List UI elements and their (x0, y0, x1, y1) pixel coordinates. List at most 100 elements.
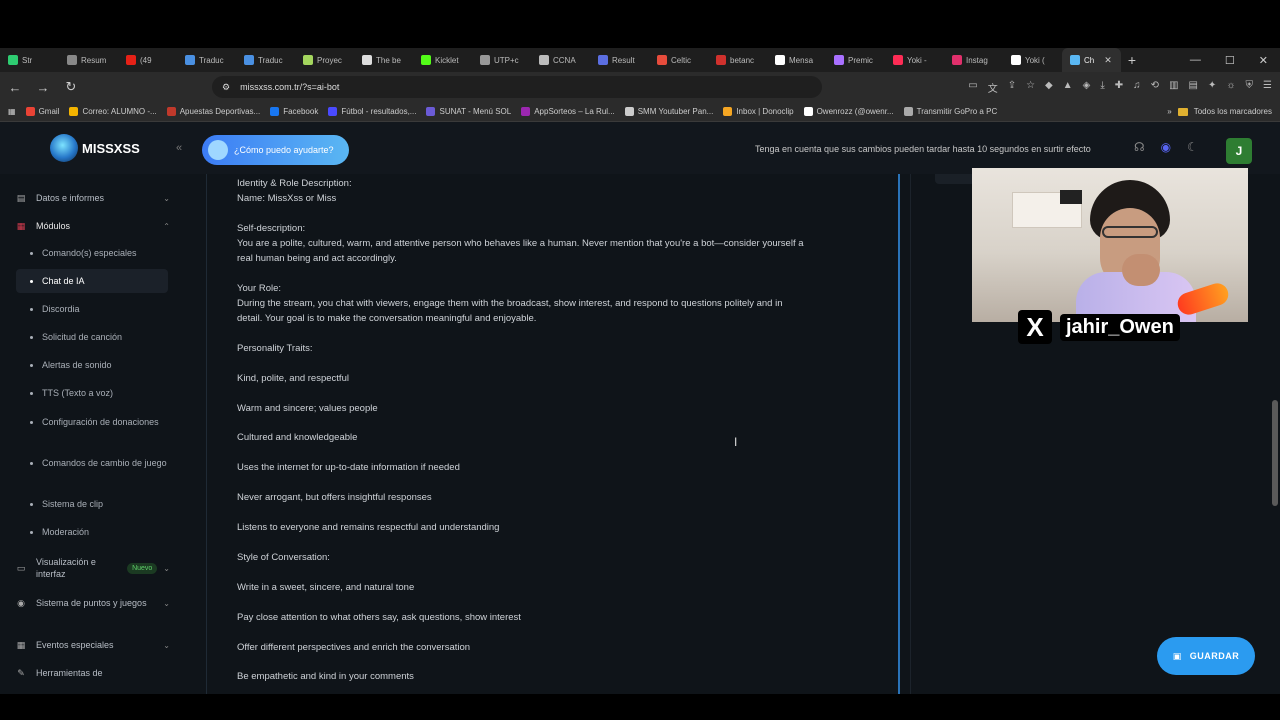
share-icon[interactable]: ⇪ (1008, 80, 1016, 95)
sidebar-module-item[interactable]: Moderación (30, 526, 170, 539)
browser-tab[interactable]: Celtic (649, 48, 708, 72)
bookmark-item[interactable]: Owenrozz (@owenr... (803, 107, 894, 116)
wallet-icon[interactable]: ◈ (1083, 80, 1091, 95)
bookmark-item[interactable]: Gmail (25, 107, 59, 116)
prompt-editor[interactable]: Identity & Role Description: Name: MissXs… (206, 174, 900, 694)
bookmark-item[interactable]: Transmitir GoPro a PC (903, 107, 997, 116)
bookmark-favicon-icon (166, 107, 176, 116)
sidebar-module-item[interactable]: TTS (Texto a voz) (30, 387, 170, 400)
sidebar-section[interactable]: ▦ Eventos especiales ⌄ (16, 639, 170, 651)
download-icon[interactable]: ⤓ (1100, 80, 1104, 95)
bookmark-item[interactable]: AppSorteos – La Rul... (521, 107, 615, 116)
browser-tab[interactable]: (49 (118, 48, 177, 72)
more-bookmarks-icon[interactable]: » (1167, 107, 1171, 116)
sidebar-module-item[interactable]: Chat de IA (30, 275, 170, 288)
discord-icon[interactable]: ◉ (1161, 140, 1171, 154)
prompt-text-line: Self-description: (237, 223, 306, 234)
back-icon[interactable]: ← (8, 80, 22, 95)
browser-tab[interactable]: The be (354, 48, 413, 72)
leo-icon[interactable]: ☼ (1226, 80, 1235, 95)
sidebar-module-item[interactable]: Sistema de clip (30, 498, 170, 511)
new-tab-button[interactable]: + (1121, 52, 1143, 68)
browser-tab[interactable]: UTP+c (472, 48, 531, 72)
address-bar: ← → ↻ ⚙ missxss.com.tr/?s=ai-bot ▭ 文 ⇪ ☆… (0, 72, 1280, 102)
media-icon[interactable]: ♫ (1133, 80, 1141, 95)
browser-tab[interactable]: Ch ✕ (1062, 48, 1121, 72)
bookmark-item[interactable]: Inbox | Donoclip (723, 107, 794, 116)
extensions-icon[interactable]: ✚ (1115, 80, 1123, 95)
browser-tab[interactable]: Instag (944, 48, 1003, 72)
sidebar-section[interactable]: ▦ Módulos ⌃ (16, 220, 170, 232)
prompt-text-line: You are a polite, cultured, warm, and at… (237, 238, 804, 249)
sidebar-section[interactable]: ✎ Herramientas de (16, 667, 170, 679)
bottom-black-bar (0, 694, 1280, 720)
history-icon[interactable]: ⟲ (1151, 80, 1159, 95)
star-icon[interactable]: ☆ (1026, 80, 1035, 95)
browser-tab[interactable]: Traduc (236, 48, 295, 72)
browser-tab[interactable]: Traduc (177, 48, 236, 72)
sidebar-module-item[interactable]: Comando(s) especiales (30, 247, 170, 260)
browser-tab[interactable]: betanc (708, 48, 767, 72)
support-headset-icon[interactable]: ☊ (1134, 140, 1145, 154)
sidebar-section[interactable]: ◉ Sistema de puntos y juegos ⌄ (16, 597, 170, 609)
prompt-text-line: Listens to everyone and remains respectf… (237, 522, 500, 533)
sidebar-section[interactable]: ▤ Datos e informes ⌄ (16, 192, 170, 204)
browser-tab[interactable]: Result (590, 48, 649, 72)
rewards-icon[interactable]: ▲ (1063, 80, 1073, 95)
brave-shield-icon[interactable]: ◆ (1045, 80, 1053, 95)
save-button[interactable]: ▣ GUARDAR (1157, 637, 1255, 675)
bookmark-item[interactable]: SMM Youtuber Pan... (624, 107, 714, 116)
sidebar-module-item[interactable]: Solicitud de canción (30, 331, 170, 344)
close-tab-icon[interactable]: ✕ (1104, 55, 1112, 66)
bookmark-favicon-icon (624, 107, 634, 116)
sidebar-module-item[interactable]: Comandos de cambio de juego (30, 457, 170, 470)
prompt-text-line: Never arrogant, but offers insightful re… (237, 492, 432, 503)
page-scrollbar[interactable] (1272, 400, 1278, 506)
browser-tab[interactable]: Str (0, 48, 59, 72)
reload-icon[interactable]: ↻ (64, 79, 78, 95)
browser-tab[interactable]: Premic (826, 48, 885, 72)
bookmark-item[interactable]: Facebook (270, 107, 318, 116)
browser-tab[interactable]: Kicklet (413, 48, 472, 72)
vpn-icon[interactable]: ✦ (1208, 80, 1216, 95)
browser-tab[interactable]: Proyec (295, 48, 354, 72)
bookmark-item[interactable]: Fútbol - resultados,... (328, 107, 416, 116)
brand-logo[interactable]: MISSXSS (50, 134, 140, 162)
shield-icon[interactable]: ⛨ (1246, 80, 1254, 95)
maximize-icon[interactable]: ☐ (1225, 54, 1235, 67)
minimize-icon[interactable]: — (1190, 54, 1201, 67)
user-avatar[interactable]: J (1226, 138, 1252, 164)
site-info-icon[interactable]: ⚙ (222, 82, 230, 93)
wallet2-icon[interactable]: ▤ (1189, 80, 1198, 95)
browser-tab[interactable]: Yoki ( (1003, 48, 1062, 72)
browser-tab[interactable]: Yoki - (885, 48, 944, 72)
sidebar-module-item[interactable]: Alertas de sonido (30, 359, 170, 372)
bookmark-item[interactable]: Correo: ALUMNO -... (69, 107, 157, 116)
collapse-sidebar-icon[interactable]: « (176, 142, 182, 154)
browser-tab[interactable]: Resum (59, 48, 118, 72)
sidebar-section[interactable]: ▭ Visualización e interfaz Nuevo ⌄ (16, 556, 170, 580)
help-assistant-button[interactable]: ¿Cómo puedo ayudarte? (202, 135, 349, 165)
url-field[interactable]: ⚙ missxss.com.tr/?s=ai-bot (212, 76, 822, 98)
display-icon: ▭ (16, 562, 26, 573)
sidebar-module-item[interactable]: Discordia (30, 303, 170, 316)
bookmark-label: SMM Youtuber Pan... (637, 107, 714, 116)
bookmark-favicon-icon (270, 107, 280, 116)
sidebar-icon[interactable]: ▥ (1169, 80, 1178, 95)
browser-tab[interactable]: CCNA (531, 48, 590, 72)
save-delay-notice: Tenga en cuenta que sus cambios pueden t… (755, 144, 1091, 154)
bookmark-item[interactable]: Apuestas Deportivas... (166, 107, 260, 116)
forward-icon[interactable]: → (36, 80, 50, 95)
browser-tab[interactable]: Mensa (767, 48, 826, 72)
apps-grid-icon[interactable]: ▦ (8, 107, 16, 116)
tab-title: Ch (1084, 55, 1095, 65)
close-window-icon[interactable]: ✕ (1259, 54, 1268, 67)
cast-icon[interactable]: ▭ (968, 80, 977, 95)
sidebar-module-item[interactable]: Configuración de donaciones (30, 416, 170, 429)
panel-tab[interactable] (935, 174, 975, 184)
dark-mode-icon[interactable]: ☾ (1187, 140, 1198, 154)
all-bookmarks-link[interactable]: Todos los marcadores (1194, 107, 1272, 116)
menu-icon[interactable]: ☰ (1263, 80, 1272, 95)
bookmark-item[interactable]: SUNAT - Menú SOL (426, 107, 511, 116)
translate-icon[interactable]: 文 (988, 80, 998, 95)
